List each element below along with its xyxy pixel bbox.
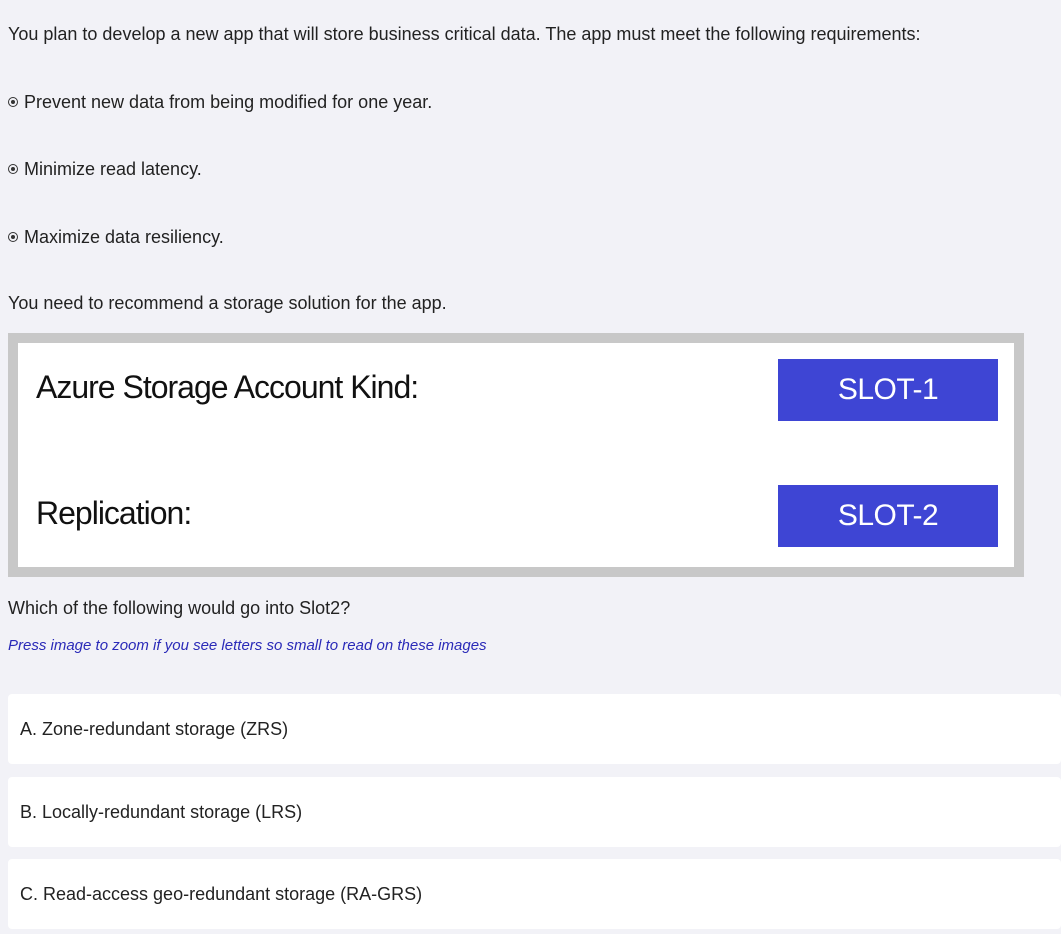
exhibit-image[interactable]: Azure Storage Account Kind: SLOT-1 Repli… [8,333,1024,577]
bullet-icon [8,232,18,242]
storage-account-kind-label: Azure Storage Account Kind: [36,369,419,405]
bullet-icon [8,164,18,174]
answer-option-c[interactable]: C. Read-access geo-redundant storage (RA… [8,859,1061,929]
requirement-text: Minimize read latency. [24,159,202,179]
zoom-hint: Press image to zoom if you see letters s… [8,637,487,654]
question-page: You plan to develop a new app that will … [0,0,1061,934]
requirement-item: Prevent new data from being modified for… [8,90,432,114]
requirement-text: Prevent new data from being modified for… [24,92,433,112]
answer-option-b[interactable]: B. Locally-redundant storage (LRS) [8,777,1061,847]
replication-label: Replication: [36,495,192,531]
question-intro: You plan to develop a new app that will … [8,24,921,44]
requirement-item: Maximize data resiliency. [8,225,224,249]
exhibit-panel: Azure Storage Account Kind: SLOT-1 Repli… [18,343,1014,567]
bullet-icon [8,97,18,107]
answer-option-a[interactable]: A. Zone-redundant storage (ZRS) [8,694,1061,764]
recommend-text: You need to recommend a storage solution… [8,293,447,313]
answer-option-text: C. Read-access geo-redundant storage (RA… [20,883,423,904]
answer-option-text: B. Locally-redundant storage (LRS) [20,801,303,822]
question-prompt: Which of the following would go into Slo… [8,598,351,618]
slot-2-box: SLOT-2 [778,485,998,547]
slot-1-box: SLOT-1 [778,359,998,421]
answer-option-text: A. Zone-redundant storage (ZRS) [20,718,289,739]
requirement-item: Minimize read latency. [8,157,202,181]
requirement-text: Maximize data resiliency. [24,227,224,247]
